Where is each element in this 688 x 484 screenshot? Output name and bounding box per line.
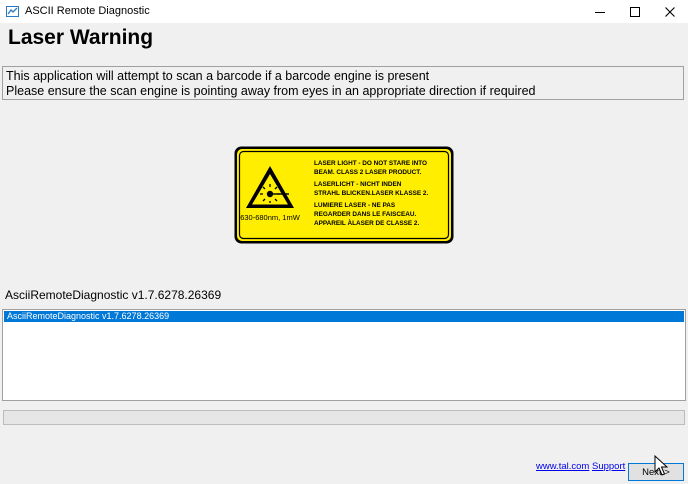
label-text-line: BEAM. CLASS 2 LASER PRODUCT. [314, 169, 421, 176]
progress-bar [3, 410, 685, 425]
app-icon [6, 6, 19, 17]
label-text-line: REGARDER DANS LE FAISCEAU. [314, 211, 416, 218]
version-label: AsciiRemoteDiagnostic v1.7.6278.26369 [5, 288, 222, 302]
website-link[interactable]: www.tal.com [536, 461, 589, 472]
laser-warning-label: 630-680nm, 1mW LASER LIGHT - DO NOT STAR… [234, 146, 454, 244]
next-button[interactable]: Next > [628, 463, 684, 481]
close-icon [665, 6, 675, 17]
label-text-line: LUMIERE LASER - NE PAS [314, 202, 396, 209]
laser-wavelength: 630-680nm, 1mW [240, 213, 301, 222]
output-listbox[interactable]: AsciiRemoteDiagnostic v1.7.6278.26369 [2, 309, 686, 401]
maximize-icon [630, 6, 640, 17]
label-text-line: APPAREIL ÀLASER DE CLASSE 2. [314, 218, 419, 227]
info-box: This application will attempt to scan a … [2, 66, 684, 100]
support-link[interactable]: Support [592, 461, 625, 472]
label-text-line: LASERLICHT - NICHT INDEN [314, 181, 402, 188]
info-line-2: Please ensure the scan engine is pointin… [6, 84, 536, 98]
next-button-label: Next > [642, 466, 670, 478]
maximize-button[interactable] [617, 0, 653, 23]
info-line-1: This application will attempt to scan a … [6, 69, 430, 83]
page-title: Laser Warning [8, 26, 154, 49]
label-text-line: LASER LIGHT - DO NOT STARE INTO [314, 160, 427, 167]
minimize-button[interactable] [582, 0, 618, 23]
close-button[interactable] [652, 0, 688, 23]
list-item[interactable]: AsciiRemoteDiagnostic v1.7.6278.26369 [4, 311, 684, 322]
label-text-line: STRAHL BLICKEN.LASER KLASSE 2. [314, 190, 428, 197]
window-title: ASCII Remote Diagnostic [25, 5, 150, 17]
title-bar: ASCII Remote Diagnostic [0, 0, 688, 23]
minimize-icon [595, 11, 605, 13]
